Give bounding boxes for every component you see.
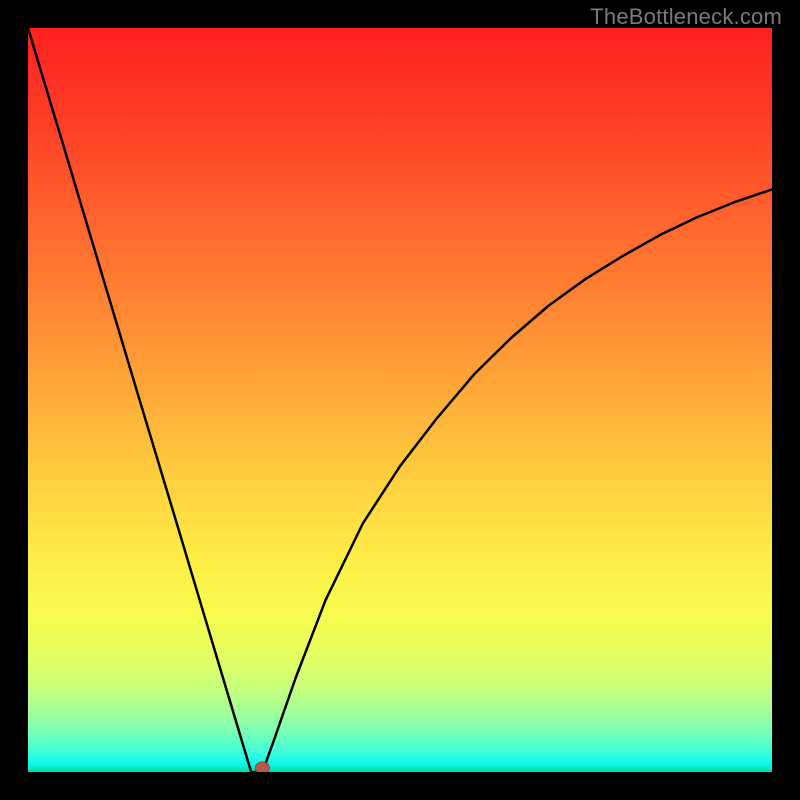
bottleneck-curve-path bbox=[28, 28, 772, 772]
watermark-text: TheBottleneck.com bbox=[590, 4, 782, 30]
plot-area bbox=[28, 28, 772, 772]
valley-marker bbox=[255, 762, 269, 772]
bottleneck-curve-svg bbox=[28, 28, 772, 772]
chart-frame: TheBottleneck.com bbox=[0, 0, 800, 800]
